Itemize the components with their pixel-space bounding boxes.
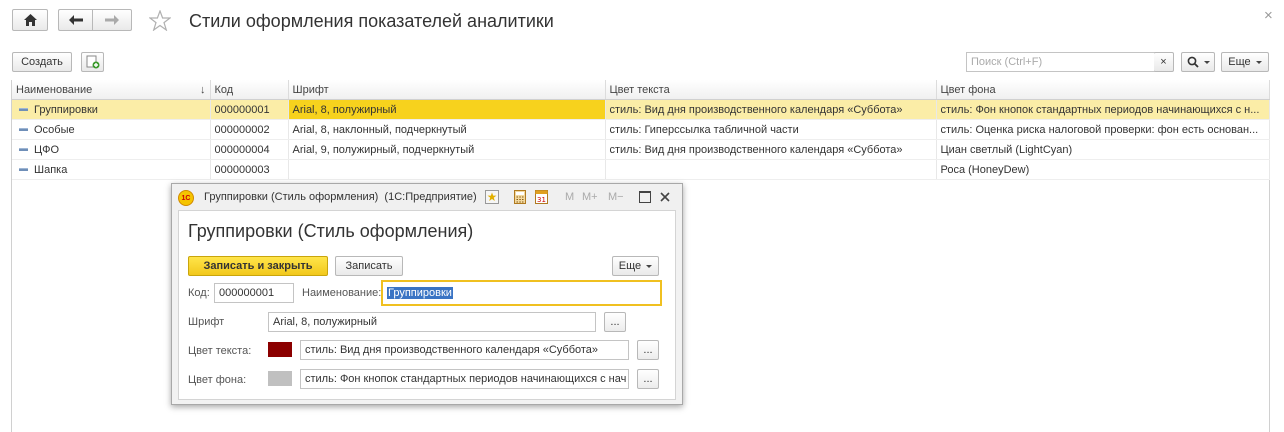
cell-text-color: стиль: Вид дня производственного календа… [605, 99, 937, 120]
chevron-down-icon [1255, 60, 1262, 64]
cell-code: 000000003 [210, 159, 289, 180]
arrow-left-icon [68, 15, 83, 25]
cell-font: Arial, 8, полужирный [288, 99, 606, 120]
table-row[interactable]: Группировки 000000001 Arial, 8, полужирн… [12, 99, 1270, 120]
table-row[interactable]: Шапка 000000003 Роса (HoneyDew) [12, 159, 1270, 180]
copy-button[interactable] [81, 52, 104, 72]
back-button[interactable] [58, 9, 92, 31]
font-field[interactable]: Arial, 8, полужирный [268, 312, 596, 332]
bg-color-field[interactable]: стиль: Фон кнопок стандартных периодов н… [300, 369, 629, 389]
cell-font [288, 159, 606, 180]
sort-indicator-icon: ↓ [200, 83, 206, 96]
more-label: Еще [1228, 56, 1251, 68]
text-color-field[interactable]: стиль: Вид дня производственного календа… [300, 340, 629, 360]
page-title: Стили оформления показателей аналитики [189, 11, 554, 31]
search-clear-button[interactable]: × [1154, 52, 1174, 72]
forward-button[interactable] [92, 9, 132, 31]
arrow-right-icon [105, 15, 119, 25]
item-icon [19, 168, 28, 172]
item-icon [19, 108, 28, 112]
memory-minus-button[interactable]: M− [608, 191, 624, 203]
code-label: Код: [188, 287, 210, 299]
search-placeholder: Поиск (Ctrl+F) [971, 56, 1043, 68]
table-header: Наименование ↓ Код Шрифт Цвет текста Цве… [12, 80, 1270, 100]
cell-text-color: стиль: Гиперссылка табличной части [605, 119, 937, 140]
add-copy-icon [86, 55, 99, 69]
create-button[interactable]: Создать [12, 52, 72, 72]
dialog-more-label: Еще [618, 260, 642, 272]
cell-bg-color: Роса (HoneyDew) [936, 159, 1270, 180]
close-icon[interactable]: × [1264, 7, 1273, 24]
bg-color-select-button[interactable]: ... [637, 369, 659, 389]
font-select-button[interactable]: ... [604, 312, 626, 332]
favorite-icon[interactable] [485, 190, 499, 204]
name-field-selection: Группировки [387, 287, 453, 299]
more-button[interactable]: Еще [1221, 52, 1269, 72]
text-color-label: Цвет текста: [188, 345, 252, 357]
dialog-heading: Группировки (Стиль оформления) [188, 221, 474, 241]
bg-color-swatch [268, 371, 292, 386]
memory-m-button[interactable]: M [565, 191, 574, 203]
cell-code: 000000002 [210, 119, 289, 140]
cell-name: Группировки [12, 99, 211, 120]
cell-text-color [605, 159, 937, 180]
code-field[interactable]: 000000001 [214, 283, 294, 303]
dialog-content: Группировки (Стиль оформления) Записать … [178, 210, 676, 400]
dialog-titlebar: 1С Группировки (Стиль оформления) (1С:Пр… [172, 184, 682, 210]
dialog-window-title: Группировки (Стиль оформления) (1С:Предп… [204, 191, 477, 203]
bg-color-label: Цвет фона: [188, 374, 247, 386]
cell-name: Шапка [12, 159, 211, 180]
cell-bg-color: стиль: Фон кнопок стандартных периодов н… [936, 99, 1270, 120]
search-input[interactable]: Поиск (Ctrl+F) [966, 52, 1160, 72]
cell-text-color: стиль: Вид дня производственного календа… [605, 139, 937, 160]
home-button[interactable] [12, 9, 48, 31]
cell-font: Arial, 9, полужирный, подчеркнутый [288, 139, 606, 160]
search-icon [1187, 56, 1199, 68]
save-and-close-button[interactable]: Записать и закрыть [188, 256, 328, 276]
dialog-more-button[interactable]: Еще [612, 256, 659, 276]
app-logo-icon: 1С [178, 190, 194, 206]
maximize-icon[interactable] [639, 191, 651, 203]
cell-font: Arial, 8, наклонный, подчеркнутый [288, 119, 606, 140]
item-icon [19, 128, 28, 132]
style-dialog: 1С Группировки (Стиль оформления) (1С:Пр… [171, 183, 683, 405]
table-row[interactable]: Особые 000000002 Arial, 8, наклонный, по… [12, 119, 1270, 140]
calendar-icon[interactable]: 31 [535, 189, 548, 204]
memory-plus-button[interactable]: M+ [582, 191, 598, 203]
search-button[interactable] [1181, 52, 1215, 72]
table-row[interactable]: ЦФО 000000004 Arial, 9, полужирный, подч… [12, 139, 1270, 160]
calculator-icon[interactable] [514, 190, 526, 204]
cell-bg-color: Циан светлый (LightCyan) [936, 139, 1270, 160]
column-header-text-color[interactable]: Цвет текста [605, 80, 937, 100]
cell-name: ЦФО [12, 139, 211, 160]
font-label: Шрифт [188, 316, 225, 328]
text-color-select-button[interactable]: ... [637, 340, 659, 360]
save-button[interactable]: Записать [335, 256, 403, 276]
close-icon[interactable] [660, 192, 670, 202]
cell-bg-color: стиль: Оценка риска налоговой проверки: … [936, 119, 1270, 140]
column-header-name[interactable]: Наименование ↓ [12, 80, 211, 100]
star-icon[interactable] [149, 10, 171, 31]
chevron-down-icon [646, 264, 653, 268]
name-label: Наименование: [302, 287, 382, 299]
styles-table: Наименование ↓ Код Шрифт Цвет текста Цве… [12, 80, 1270, 180]
cell-name: Особые [12, 119, 211, 140]
item-icon [19, 148, 28, 152]
svg-text:31: 31 [537, 196, 546, 204]
column-header-bg-color[interactable]: Цвет фона [936, 80, 1270, 100]
cell-code: 000000001 [210, 99, 289, 120]
name-field[interactable]: Группировки [381, 280, 662, 306]
column-header-code[interactable]: Код [210, 80, 289, 100]
text-color-swatch [268, 342, 292, 357]
cell-code: 000000004 [210, 139, 289, 160]
column-header-font[interactable]: Шрифт [288, 80, 606, 100]
chevron-down-icon [1203, 60, 1210, 64]
home-icon [23, 14, 37, 26]
